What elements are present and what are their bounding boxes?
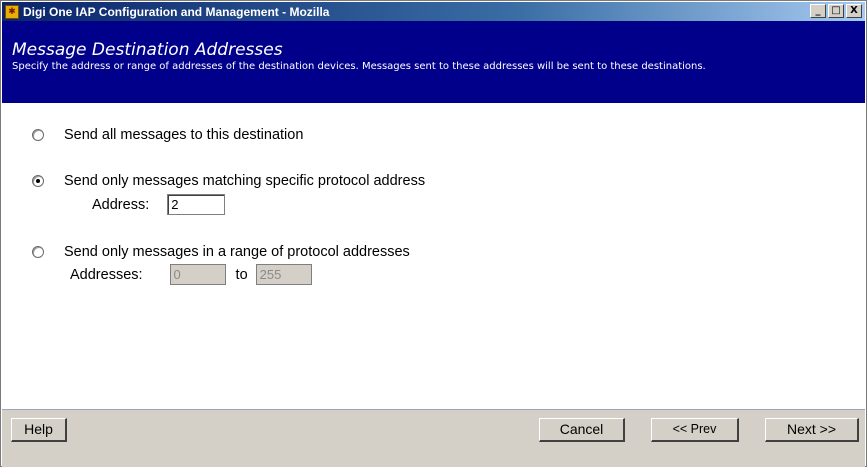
prev-button[interactable]: << Prev <box>651 418 739 442</box>
range-from-input[interactable]: 0 <box>169 264 226 285</box>
digi-app-icon: ✱ <box>5 4 19 19</box>
option-range-label: Send only messages in a range of protoco… <box>64 244 410 260</box>
content-area: Send all messages to this destination Se… <box>2 103 865 409</box>
address-field-row: Address: 2 <box>92 194 226 215</box>
option-specific-row[interactable]: Send only messages matching specific pro… <box>32 173 425 189</box>
help-button[interactable]: Help <box>11 418 67 442</box>
button-bar: Help Cancel << Prev Next >> <box>2 409 865 467</box>
page-header: Message Destination Addresses Specify th… <box>2 21 865 103</box>
window-controls: _ □ X <box>810 4 862 18</box>
radio-all-messages[interactable] <box>32 129 44 141</box>
page-title: Message Destination Addresses <box>12 40 283 60</box>
option-specific-label: Send only messages matching specific pro… <box>64 173 426 189</box>
close-button[interactable]: X <box>846 4 862 18</box>
window-title: Digi One IAP Configuration and Managemen… <box>23 4 330 19</box>
page-description: Specify the address or range of addresse… <box>12 61 706 72</box>
option-all-row[interactable]: Send all messages to this destination <box>32 127 303 143</box>
maximize-button[interactable]: □ <box>828 4 844 18</box>
browser-window: ✱ Digi One IAP Configuration and Managem… <box>0 0 867 467</box>
address-label: Address: <box>92 196 150 213</box>
range-field-row: Addresses: 0 to 255 <box>70 264 312 285</box>
cancel-button[interactable]: Cancel <box>539 418 625 442</box>
addresses-label: Addresses: <box>70 266 143 283</box>
range-to-input[interactable]: 255 <box>255 264 312 285</box>
next-button[interactable]: Next >> <box>765 418 859 442</box>
option-range-row[interactable]: Send only messages in a range of protoco… <box>32 244 410 260</box>
option-all-label: Send all messages to this destination <box>64 127 304 143</box>
address-input[interactable]: 2 <box>167 194 226 215</box>
range-to-label: to <box>235 266 248 283</box>
radio-specific-address[interactable] <box>32 175 44 187</box>
minimize-button[interactable]: _ <box>810 4 826 18</box>
radio-address-range[interactable] <box>32 246 44 258</box>
title-bar[interactable]: ✱ Digi One IAP Configuration and Managem… <box>2 2 865 21</box>
